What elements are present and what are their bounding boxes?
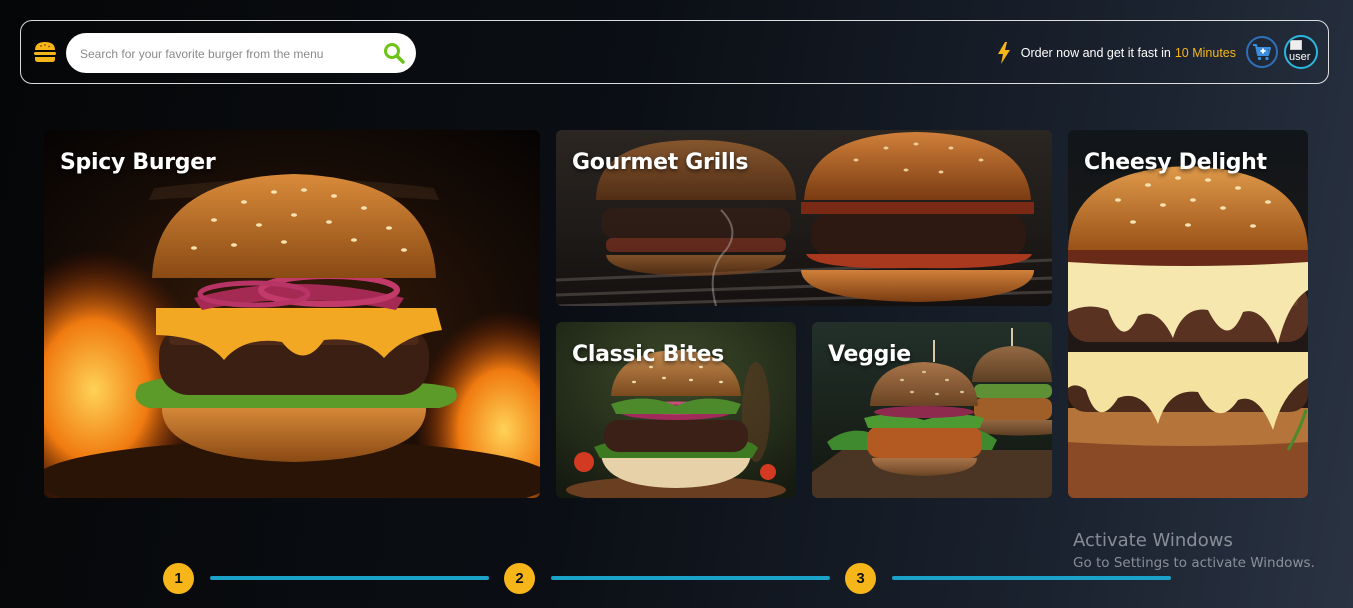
category-card-spicy-burger[interactable]: Spicy Burger — [44, 130, 540, 498]
category-card-classic-bites[interactable]: Classic Bites — [556, 322, 796, 498]
card-title: Cheesy Delight — [1084, 150, 1267, 175]
avatar-alt-text: user — [1289, 51, 1311, 63]
promo-highlight: 10 Minutes — [1174, 46, 1236, 60]
category-card-veggie[interactable]: Veggie — [812, 322, 1052, 498]
category-card-cheesy-delight[interactable]: Cheesy Delight — [1068, 130, 1308, 498]
search-bar — [66, 33, 416, 73]
step-connector — [892, 576, 1171, 580]
card-title: Gourmet Grills — [572, 150, 749, 175]
cheesy-delight-image — [1068, 130, 1308, 498]
promo-text: Order now and get it fast in — [1020, 46, 1171, 60]
watermark-title: Activate Windows — [1073, 530, 1233, 551]
top-navbar: Order now and get it fast in 10 Minutes … — [20, 20, 1329, 84]
search-icon[interactable] — [382, 41, 406, 65]
spicy-burger-image — [44, 130, 540, 498]
step-1[interactable]: 1 — [163, 563, 194, 594]
step-connector — [551, 576, 830, 580]
burger-icon[interactable] — [33, 41, 57, 63]
activate-windows-watermark: Activate Windows Go to Settings to activ… — [1073, 530, 1315, 571]
add-to-cart-button[interactable] — [1246, 36, 1278, 68]
user-avatar[interactable]: user — [1284, 35, 1318, 69]
step-2[interactable]: 2 — [504, 563, 535, 594]
lightning-bolt-icon — [997, 42, 1010, 64]
delivery-promo: Order now and get it fast in 10 Minutes — [996, 41, 1236, 65]
card-title: Veggie — [828, 342, 911, 367]
broken-image-icon — [1290, 40, 1302, 50]
card-title: Classic Bites — [572, 342, 724, 367]
step-connector — [210, 576, 489, 580]
watermark-subtitle: Go to Settings to activate Windows. — [1073, 555, 1315, 571]
step-3[interactable]: 3 — [845, 563, 876, 594]
search-input[interactable] — [78, 42, 372, 66]
category-card-gourmet-grills[interactable]: Gourmet Grills — [556, 130, 1052, 306]
card-title: Spicy Burger — [60, 150, 216, 175]
add-to-cart-icon — [1253, 44, 1271, 61]
